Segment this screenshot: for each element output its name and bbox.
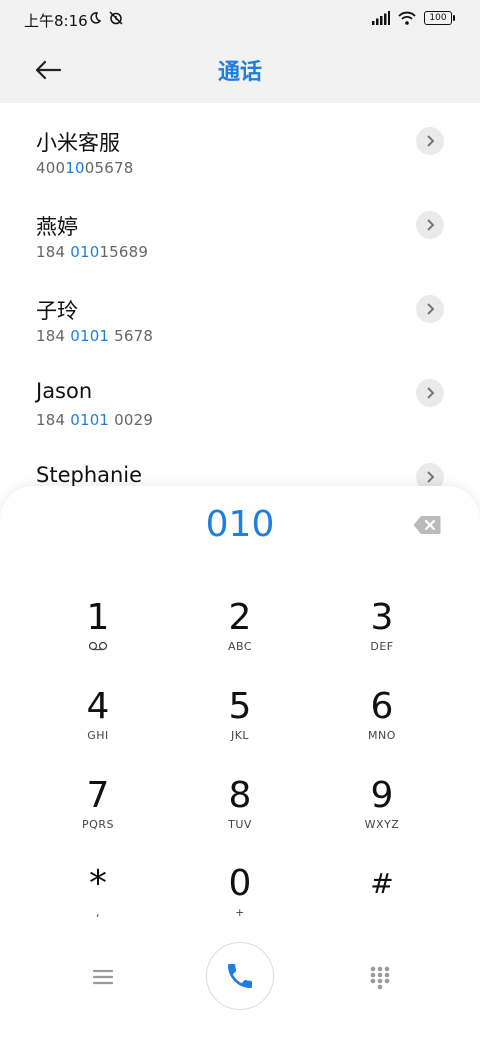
key-2[interactable]: 2 ABC: [180, 598, 300, 674]
key-8[interactable]: 8 TUV: [180, 776, 300, 852]
call-button[interactable]: [206, 942, 274, 1010]
contact-name: Stephanie: [36, 463, 143, 487]
contact-number: 184 01015689: [36, 243, 149, 261]
key-9[interactable]: 9 WXYZ: [322, 776, 442, 852]
chevron-right-icon: [427, 219, 435, 231]
key-5[interactable]: 5 JKL: [180, 687, 300, 763]
key-4[interactable]: 4 GHI: [38, 687, 158, 763]
dialpad-toggle-button[interactable]: [365, 962, 395, 992]
contact-number: 184 0101 5678: [36, 327, 154, 345]
chevron-right-icon: [427, 387, 435, 399]
contact-row[interactable]: 燕婷 184 01015689: [0, 187, 480, 271]
bottom-action-bar: [0, 942, 480, 1010]
contact-detail-button[interactable]: [416, 211, 444, 239]
key-3[interactable]: 3 DEF: [322, 598, 442, 674]
hamburger-menu-icon: [92, 969, 114, 985]
page-title: 通话: [217, 60, 262, 85]
key-0[interactable]: 0 +: [180, 864, 300, 940]
contact-row[interactable]: Jason 184 0101 0029: [0, 355, 480, 439]
status-icons-left: [88, 10, 124, 26]
chevron-right-icon: [427, 135, 435, 147]
key-6[interactable]: 6 MNO: [322, 687, 442, 763]
battery-icon: 100: [424, 11, 455, 25]
key-hash[interactable]: #: [322, 864, 442, 940]
contact-name: 小米客服: [36, 131, 120, 155]
backspace-icon: [413, 516, 441, 534]
contact-detail-button[interactable]: [416, 379, 444, 407]
key-1[interactable]: 1: [38, 598, 158, 674]
header: 通话: [0, 40, 480, 103]
contact-row[interactable]: 小米客服 4001005678: [0, 103, 480, 187]
dialed-number[interactable]: 010: [0, 504, 480, 545]
status-icons-right: 100: [372, 11, 455, 25]
status-time: 上午8:16: [24, 12, 88, 30]
contact-name: 子玲: [36, 299, 78, 323]
key-7[interactable]: 7 PQRS: [38, 776, 158, 852]
contact-name: 燕婷: [36, 215, 78, 239]
voicemail-icon: [88, 641, 108, 651]
chevron-right-icon: [427, 471, 435, 483]
contact-name: Jason: [36, 379, 93, 403]
contact-number: 4001005678: [36, 159, 134, 177]
key-star[interactable]: * ,: [38, 864, 158, 940]
contact-number: 184 0101 0029: [36, 411, 154, 429]
chevron-right-icon: [427, 303, 435, 315]
contact-row[interactable]: 子玲 184 0101 5678: [0, 271, 480, 355]
alarm-off-icon: [109, 11, 123, 25]
phone-icon: [228, 964, 252, 988]
status-bar: 上午8:16 100: [0, 0, 480, 40]
menu-button[interactable]: [88, 962, 118, 992]
contact-detail-button[interactable]: [416, 295, 444, 323]
moon-icon: [90, 12, 102, 24]
wifi-icon: [398, 11, 416, 25]
delete-button[interactable]: [412, 512, 442, 538]
dialpad-grid-icon: [370, 966, 390, 990]
contact-detail-button[interactable]: [416, 127, 444, 155]
signal-icon: [372, 11, 390, 25]
